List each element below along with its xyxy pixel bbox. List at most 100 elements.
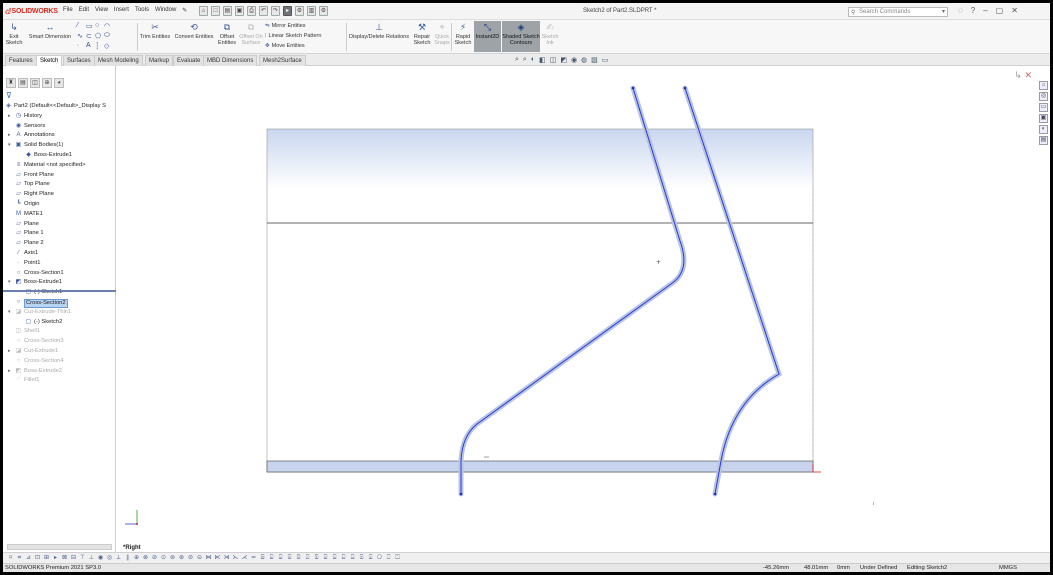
tab-mbd-dimensions[interactable]: MBD Dimensions xyxy=(203,55,258,66)
home-icon[interactable]: ⌂ xyxy=(199,6,208,16)
expand-toggle-icon[interactable]: ▸ xyxy=(8,112,11,122)
redo-icon[interactable]: ↷ xyxy=(271,6,280,16)
tree-item[interactable]: ▱ Front Plane xyxy=(3,171,116,181)
toolbar-icon-27[interactable]: ⋌ xyxy=(241,554,248,562)
toolbar-icon-7[interactable]: ⊠ xyxy=(61,554,68,562)
file-explorer-icon[interactable]: ▭ xyxy=(1039,103,1048,112)
toolbar-icon-39[interactable]: ⍈ xyxy=(349,554,356,562)
toolbar-icon-31[interactable]: ⌺ xyxy=(277,554,284,562)
solidworks-logo[interactable]: ⅆ SOLIDWORKS xyxy=(5,6,58,17)
toolbar-icon-25[interactable]: ⋊ xyxy=(223,554,230,562)
display-style-icon[interactable]: ◩ xyxy=(560,56,567,64)
edit-appearance-icon[interactable]: ◍ xyxy=(581,56,587,64)
endpoint-left-bottom[interactable] xyxy=(459,492,463,496)
menu-window[interactable]: Window xyxy=(155,7,176,14)
options-icon[interactable]: ⚙ xyxy=(319,6,328,16)
toolbar-icon-30[interactable]: ⌹ xyxy=(268,554,275,562)
tab-features[interactable]: Features xyxy=(5,55,37,66)
tab-mesh2surface[interactable]: Mesh2Surface xyxy=(259,55,306,66)
toolbar-icon-12[interactable]: ◎ xyxy=(106,554,113,562)
tree-item[interactable]: ◈ Part2 (Default<<Default>_Display S xyxy=(3,102,116,112)
spline-icon[interactable]: ∿ xyxy=(77,32,86,42)
toolbar-icon-11[interactable]: ◉ xyxy=(97,554,104,562)
close-icon[interactable]: ✕ xyxy=(1011,6,1018,15)
toolbar-icon-4[interactable]: ⊡ xyxy=(34,554,41,562)
expand-toggle-icon[interactable]: ▾ xyxy=(8,278,11,288)
tree-item[interactable]: · Point1 xyxy=(3,259,116,269)
tree-item[interactable]: ◉ Sensors xyxy=(3,122,116,132)
save-icon[interactable]: ▣ xyxy=(235,6,244,16)
toolbar-icon-22[interactable]: ⊝ xyxy=(196,554,203,562)
move-entities-button[interactable]: ✥ Move Entities xyxy=(265,42,321,51)
endpoint-left-top[interactable] xyxy=(631,86,635,90)
endpoint-right-bottom[interactable] xyxy=(713,492,717,496)
toolbar-icon-35[interactable]: ⍂ xyxy=(313,554,320,562)
convert-entities-button[interactable]: ⟲ Convert Entities xyxy=(173,21,215,52)
toolbar-icon-24[interactable]: ⋉ xyxy=(214,554,221,562)
tab-evaluate[interactable]: Evaluate xyxy=(173,55,205,66)
instant2d-button[interactable]: ⤡ Instant2D xyxy=(474,21,501,52)
expand-toggle-icon[interactable]: ▸ xyxy=(8,367,11,377)
search-dropdown-icon[interactable]: ▾ xyxy=(942,8,945,16)
toolbar-icon-15[interactable]: ⊕ xyxy=(133,554,140,562)
toolbar-icon-32[interactable]: ⌻ xyxy=(286,554,293,562)
toolbar-icon-40[interactable]: ⍐ xyxy=(358,554,365,562)
arc-icon[interactable]: ◠ xyxy=(104,22,113,32)
ellipse-icon[interactable]: ⬭ xyxy=(104,32,113,42)
file-properties-icon[interactable]: ▥ xyxy=(307,6,316,16)
tree-item[interactable]: M MATE1 xyxy=(3,210,116,220)
display-delete-relations-button[interactable]: ⊥ Display/Delete Relations xyxy=(349,21,409,52)
tree-item[interactable]: ∕ Axis1 xyxy=(3,249,116,259)
toolbar-icon-18[interactable]: ⊙ xyxy=(160,554,167,562)
toolbar-icon-42[interactable]: ⎔ xyxy=(376,554,383,562)
open-icon[interactable]: ▤ xyxy=(223,6,232,16)
tree-item[interactable]: ▢ (-) Sketch2 xyxy=(3,318,116,328)
undo-icon[interactable]: ↶ xyxy=(259,6,268,16)
pin-icon[interactable]: ✎ xyxy=(182,7,187,14)
menu-view[interactable]: View xyxy=(95,7,108,14)
text-icon[interactable]: A xyxy=(86,42,95,52)
tree-item[interactable]: ○ Cross-Section1 xyxy=(3,269,116,279)
config-manager-tab-icon[interactable]: ◫ xyxy=(30,78,40,88)
line-icon[interactable]: ⁄ xyxy=(77,22,86,32)
expand-toggle-icon[interactable]: ▸ xyxy=(8,347,11,357)
rebuild-icon[interactable]: ⚙ xyxy=(295,6,304,16)
tree-item[interactable]: ▸ ◪ Cut-Extrude1 xyxy=(3,347,116,357)
exit-sketch-button[interactable]: ↳ Exit Sketch xyxy=(5,21,23,52)
design-library-icon[interactable]: ◎ xyxy=(1039,92,1048,101)
smart-dimension-button[interactable]: ↔ Smart Dimension xyxy=(26,21,74,52)
rapid-sketch-button[interactable]: ⚡ Rapid Sketch xyxy=(453,21,473,52)
status-units[interactable]: MMGS xyxy=(999,564,1017,572)
tree-item[interactable]: ▾ ◪ Cut-Extrude-Thin1 xyxy=(3,308,116,318)
toolbar-icon-8[interactable]: ⊟ xyxy=(70,554,77,562)
toolbar-icon-26[interactable]: ⋋ xyxy=(232,554,239,562)
new-icon[interactable]: □ xyxy=(211,6,220,16)
trim-entities-button[interactable]: ✂ Trim Entities xyxy=(139,21,171,52)
toolbar-icon-21[interactable]: ⊜ xyxy=(187,554,194,562)
tree-item[interactable]: ▱ Top Plane xyxy=(3,180,116,190)
toolbar-icon-36[interactable]: ⍃ xyxy=(322,554,329,562)
tree-item[interactable]: ▸ ◩ Boss-Extrude2 xyxy=(3,367,116,377)
rectangle-icon[interactable]: ▭ xyxy=(86,22,95,32)
toolbar-icon-23[interactable]: ⋈ xyxy=(205,554,212,562)
tree-item[interactable]: ◜ Fillet1 xyxy=(3,376,116,386)
menu-tools[interactable]: Tools xyxy=(135,7,149,14)
tree-item[interactable]: ▸ ◷ History xyxy=(3,112,116,122)
toolbar-icon-16[interactable]: ⊗ xyxy=(142,554,149,562)
appearances-icon[interactable]: ◐ xyxy=(1039,125,1048,134)
menu-edit[interactable]: Edit xyxy=(79,7,89,14)
scene-icon[interactable]: ▨ xyxy=(591,56,598,64)
tree-item[interactable]: ▾ ◩ Boss-Extrude1 xyxy=(3,278,116,288)
toolbar-icon-33[interactable]: ⌼ xyxy=(295,554,302,562)
tree-item[interactable]: ≡ Material <not specified> xyxy=(3,161,116,171)
feature-tree-tab-icon[interactable]: ♜ xyxy=(6,78,16,88)
toolbar-icon-29[interactable]: ⌸ xyxy=(259,554,266,562)
linear-pattern-button[interactable]: ⁞ Linear Sketch Pattern xyxy=(265,32,321,41)
filter-icon[interactable]: ⊽ xyxy=(6,91,12,100)
section-view-icon[interactable]: ◧ xyxy=(539,56,546,64)
zoom-to-fit-icon[interactable]: ⌕ xyxy=(515,56,519,64)
tree-item[interactable]: ○ Cross-Section3 xyxy=(3,337,116,347)
toolbar-icon-19[interactable]: ⊚ xyxy=(169,554,176,562)
dimxpert-tab-icon[interactable]: ⊕ xyxy=(42,78,52,88)
tree-item[interactable]: ◆ Boss-Extrude1 xyxy=(3,151,116,161)
